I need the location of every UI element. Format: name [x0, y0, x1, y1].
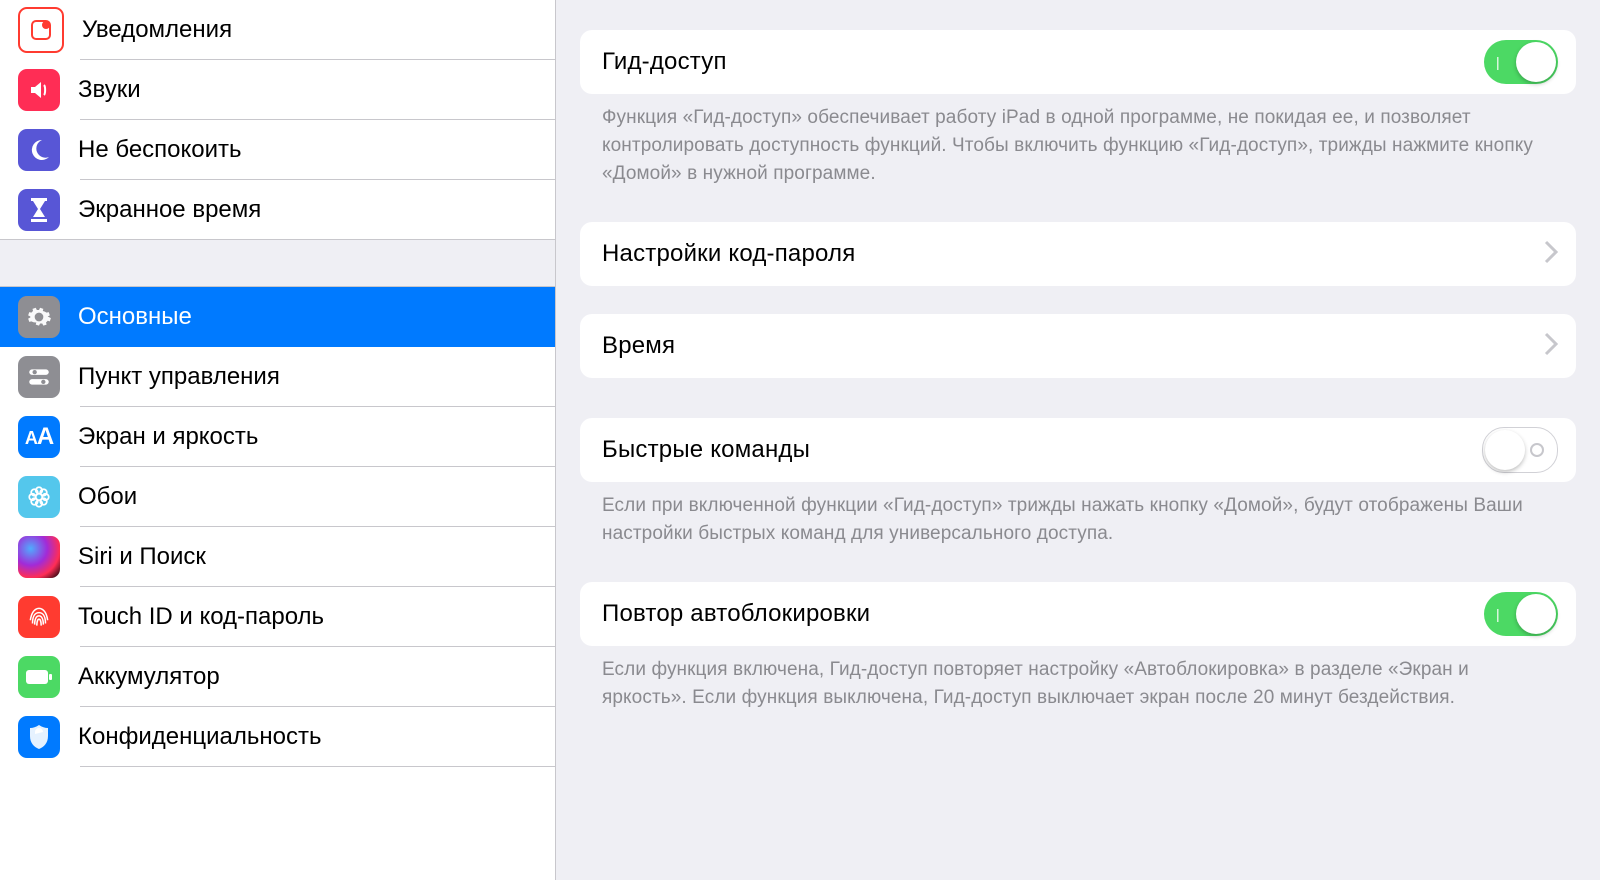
cell-passcode-settings[interactable]: Настройки код-пароля [580, 222, 1576, 286]
touchid-icon [18, 596, 60, 638]
cell-title: Гид-доступ [602, 48, 727, 76]
toggle-mirror-autolock[interactable]: | [1484, 592, 1558, 636]
footer-mirror-autolock: Если функция включена, Гид-доступ повтор… [580, 646, 1576, 738]
sidebar-item-battery[interactable]: Аккумулятор [0, 647, 555, 707]
sidebar: Уведомления Звуки Не беспокоить Экранное… [0, 0, 556, 880]
cell-title: Быстрые команды [602, 436, 810, 464]
sidebar-item-screen-time[interactable]: Экранное время [0, 180, 555, 240]
cell-guided-access[interactable]: Гид-доступ | [580, 30, 1576, 94]
chevron-right-icon [1544, 240, 1558, 269]
sidebar-item-privacy[interactable]: Конфиденциальность [0, 707, 555, 767]
sidebar-item-label: Уведомления [82, 16, 232, 44]
cell-title: Повтор автоблокировки [602, 600, 870, 628]
notifications-icon [18, 7, 64, 53]
footer-guided-access: Функция «Гид-доступ» обеспечивает работу… [580, 94, 1576, 214]
sidebar-item-label: Аккумулятор [78, 663, 220, 691]
dnd-icon [18, 129, 60, 171]
sidebar-item-label: Звуки [78, 76, 141, 104]
settings-screen: Уведомления Звуки Не беспокоить Экранное… [0, 0, 1600, 880]
cell-title: Настройки код-пароля [602, 240, 855, 268]
sidebar-item-display[interactable]: AA Экран и яркость [0, 407, 555, 467]
footer-accessibility-shortcut: Если при включенной функции «Гид-доступ»… [580, 482, 1576, 574]
sidebar-item-sounds[interactable]: Звуки [0, 60, 555, 120]
battery-icon [18, 656, 60, 698]
toggle-accessibility-shortcut[interactable] [1482, 427, 1558, 473]
sidebar-group-separator [0, 239, 555, 287]
sidebar-item-label: Обои [78, 483, 137, 511]
sidebar-item-label: Siri и Поиск [78, 543, 206, 571]
cell-title: Время [602, 332, 675, 360]
sidebar-item-notifications[interactable]: Уведомления [0, 0, 555, 60]
display-icon: AA [18, 416, 60, 458]
toggle-guided-access[interactable]: | [1484, 40, 1558, 84]
sidebar-item-label: Пункт управления [78, 363, 280, 391]
screen-time-icon [18, 189, 60, 231]
detail-pane: Гид-доступ | Функция «Гид-доступ» обеспе… [556, 0, 1600, 880]
sidebar-item-label: Touch ID и код-пароль [78, 603, 324, 631]
control-center-icon [18, 356, 60, 398]
sidebar-item-label: Экран и яркость [78, 423, 258, 451]
sidebar-item-label: Основные [78, 303, 192, 331]
sidebar-item-label: Экранное время [78, 196, 261, 224]
sidebar-item-label: Не беспокоить [78, 136, 242, 164]
sidebar-item-control-center[interactable]: Пункт управления [0, 347, 555, 407]
cell-mirror-autolock[interactable]: Повтор автоблокировки | [580, 582, 1576, 646]
sidebar-item-touchid[interactable]: Touch ID и код-пароль [0, 587, 555, 647]
privacy-icon [18, 716, 60, 758]
chevron-right-icon [1544, 332, 1558, 361]
general-icon [18, 296, 60, 338]
sounds-icon [18, 69, 60, 111]
sidebar-item-wallpaper[interactable]: Обои [0, 467, 555, 527]
sidebar-item-dnd[interactable]: Не беспокоить [0, 120, 555, 180]
sidebar-item-label: Конфиденциальность [78, 723, 321, 751]
sidebar-item-siri[interactable]: Siri и Поиск [0, 527, 555, 587]
sidebar-item-general[interactable]: Основные [0, 287, 555, 347]
wallpaper-icon [18, 476, 60, 518]
siri-icon [18, 536, 60, 578]
cell-time-limits[interactable]: Время [580, 314, 1576, 378]
cell-accessibility-shortcut[interactable]: Быстрые команды [580, 418, 1576, 482]
